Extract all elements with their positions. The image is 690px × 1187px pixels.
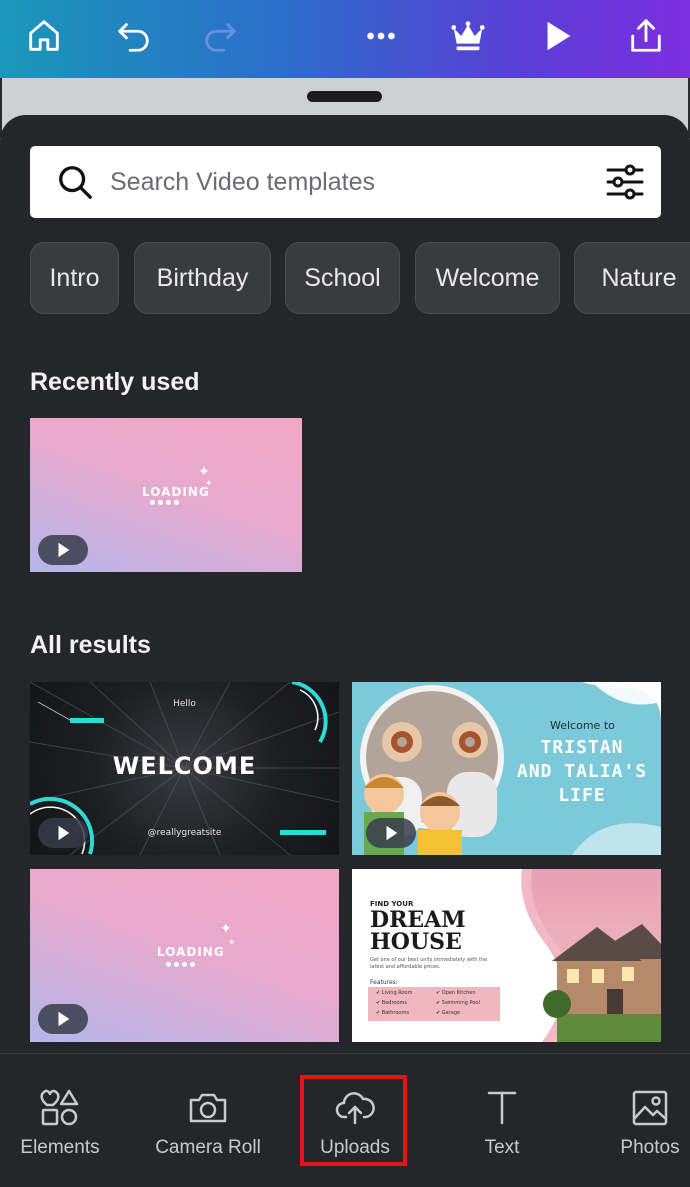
- all-results-heading: All results: [30, 631, 151, 659]
- feature-item: ✔ Garage: [436, 1010, 461, 1016]
- play-button[interactable]: [530, 8, 586, 64]
- tristan-title-line: LIFE: [558, 785, 606, 806]
- template-welcome[interactable]: Hello WELCOME @reallygreatsite: [30, 682, 339, 855]
- undo-button[interactable]: [106, 8, 162, 64]
- home-icon: [29, 20, 59, 51]
- top-toolbar: [0, 0, 690, 78]
- tristan-title-line: TRISTAN: [540, 737, 624, 758]
- dream-features-label: Features:: [370, 979, 398, 986]
- search-icon: [59, 166, 92, 199]
- sheet-drag-handle[interactable]: [307, 91, 382, 102]
- play-badge: [38, 818, 88, 848]
- welcome-hello-text: Hello: [173, 699, 196, 709]
- dream-title-line: DREAM: [370, 907, 466, 933]
- recent-template-loading[interactable]: LOADING ✦ ✦: [30, 418, 302, 572]
- play-icon: [547, 21, 571, 51]
- play-icon: [386, 825, 398, 841]
- play-badge: [38, 535, 88, 565]
- nav-text[interactable]: Text: [452, 1054, 552, 1174]
- uploads-highlight-box: [300, 1075, 407, 1166]
- undo-icon: [118, 23, 149, 52]
- premium-button[interactable]: [440, 8, 496, 64]
- chip-nature[interactable]: Nature: [574, 242, 690, 314]
- sparkle-icon: ✦: [205, 478, 213, 488]
- text-icon: [487, 1091, 517, 1125]
- feature-item: ✔ Living Room: [376, 990, 413, 996]
- chip-intro[interactable]: Intro: [30, 242, 119, 314]
- nav-text-label: Text: [484, 1137, 520, 1158]
- nav-elements-label: Elements: [20, 1137, 100, 1158]
- dream-title: DREAM HOUSE: [370, 909, 466, 953]
- template-dream-house[interactable]: FIND YOUR DREAM HOUSE Get one of our bes…: [352, 869, 661, 1042]
- template-tristan-talia[interactable]: Welcome to TRISTAN AND TALIA'S LIFE: [352, 682, 661, 855]
- tristan-welcome-to: Welcome to: [550, 719, 615, 732]
- search-input[interactable]: [110, 156, 590, 208]
- crown-icon: [451, 21, 485, 51]
- play-icon: [58, 542, 70, 558]
- play-icon: [58, 825, 70, 841]
- camera-icon: [189, 1093, 227, 1123]
- share-icon: [631, 19, 661, 52]
- nav-elements[interactable]: Elements: [12, 1054, 108, 1174]
- loading-dots: [150, 500, 179, 505]
- sparkle-icon: ✦: [228, 937, 236, 947]
- dream-subtitle: Get one of our best units immediately wi…: [370, 957, 488, 970]
- welcome-title: WELCOME: [112, 752, 257, 780]
- play-icon: [58, 1011, 70, 1027]
- loading-label: LOADING: [157, 945, 225, 959]
- recently-used-heading: Recently used: [30, 368, 200, 396]
- tristan-title-line: AND TALIA'S: [516, 761, 648, 782]
- dream-title-line: HOUSE: [370, 929, 462, 955]
- nav-photos[interactable]: Photos: [600, 1054, 690, 1174]
- dream-features-table: ✔ Living Room ✔ Open Kitchen ✔ Bedrooms …: [368, 987, 500, 1021]
- sparkle-icon: ✦: [220, 920, 232, 936]
- photos-icon: [632, 1090, 668, 1126]
- filter-icon[interactable]: [605, 162, 645, 202]
- chip-welcome[interactable]: Welcome: [415, 242, 560, 314]
- share-button[interactable]: [618, 8, 674, 64]
- template-loading[interactable]: LOADING ✦ ✦: [30, 869, 339, 1042]
- nav-photos-label: Photos: [620, 1137, 680, 1158]
- more-button[interactable]: [353, 8, 409, 64]
- chip-school[interactable]: School: [285, 242, 400, 314]
- play-badge: [38, 1004, 88, 1034]
- redo-icon: [205, 23, 236, 52]
- nav-camera-roll[interactable]: Camera Roll: [150, 1054, 266, 1174]
- elements-icon: [40, 1089, 79, 1126]
- redo-button[interactable]: [192, 8, 248, 64]
- play-badge: [366, 818, 416, 848]
- more-icon: [367, 32, 395, 40]
- chip-birthday[interactable]: Birthday: [134, 242, 271, 314]
- nav-camera-roll-label: Camera Roll: [155, 1137, 261, 1158]
- tristan-title: TRISTAN AND TALIA'S LIFE: [512, 736, 652, 808]
- home-button[interactable]: [16, 8, 72, 64]
- feature-item: ✔ Open Kitchen: [436, 990, 476, 996]
- feature-item: ✔ Bedrooms: [376, 1000, 408, 1006]
- search-bar: [30, 146, 661, 218]
- feature-item: ✔ Swimming Pool: [436, 1000, 480, 1006]
- loading-label: LOADING: [142, 485, 210, 499]
- category-chips: Intro Birthday School Welcome Nature: [30, 242, 690, 314]
- feature-item: ✔ Bathrooms: [376, 1010, 409, 1016]
- loading-dots: [166, 962, 195, 967]
